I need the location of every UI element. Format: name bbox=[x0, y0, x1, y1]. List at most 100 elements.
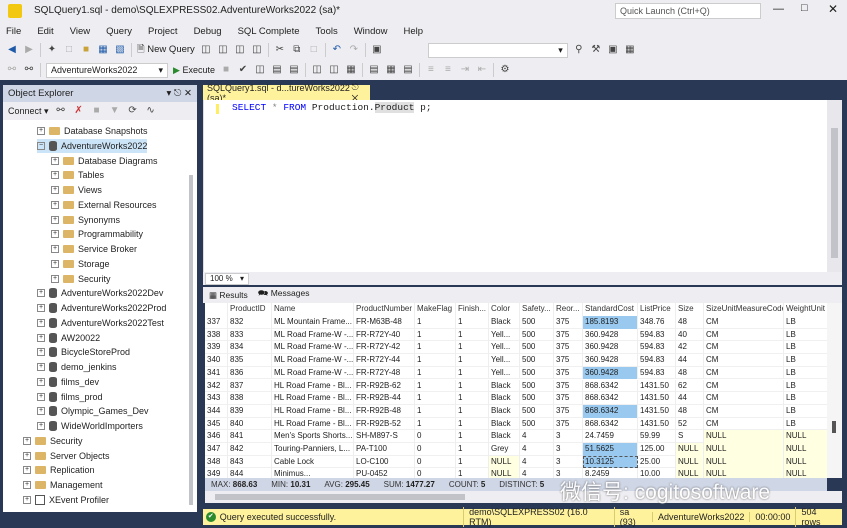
row-number[interactable]: 346 bbox=[205, 430, 228, 443]
table-cell[interactable]: 44 bbox=[676, 392, 704, 405]
menu-query[interactable]: Query bbox=[106, 26, 132, 37]
table-cell[interactable]: 840 bbox=[228, 417, 272, 431]
expand-icon[interactable]: + bbox=[51, 259, 59, 268]
menu-project[interactable]: Project bbox=[148, 26, 178, 37]
expand-icon[interactable]: + bbox=[37, 289, 45, 298]
editor-scrollbar[interactable] bbox=[827, 100, 842, 272]
table-cell[interactable]: LB bbox=[784, 405, 827, 418]
table-cell[interactable]: 375 bbox=[554, 354, 583, 367]
table-cell[interactable]: 40 bbox=[676, 328, 704, 342]
row-number[interactable]: 345 bbox=[205, 417, 228, 431]
table-cell[interactable]: 4 bbox=[520, 443, 554, 456]
table-cell[interactable]: 1 bbox=[415, 392, 456, 405]
tree-item[interactable]: + films_dev bbox=[37, 375, 99, 389]
column-header[interactable] bbox=[205, 303, 228, 316]
open-file-icon[interactable]: ■ bbox=[80, 44, 92, 56]
tree-item[interactable]: + AdventureWorks2022Prod bbox=[37, 301, 166, 315]
results-to-grid-icon[interactable]: ▤ bbox=[288, 64, 300, 76]
table-cell[interactable]: CM bbox=[704, 392, 784, 405]
expand-icon[interactable]: + bbox=[51, 215, 59, 224]
zoom-select[interactable]: 100 % ▾ bbox=[205, 272, 249, 285]
table-cell[interactable]: 1 bbox=[415, 417, 456, 431]
include-plan-icon[interactable]: ◫ bbox=[311, 64, 323, 76]
new-query-button[interactable]: 🗎 New Query bbox=[137, 42, 195, 58]
table-cell[interactable]: 1 bbox=[456, 392, 489, 405]
table-cell[interactable]: LB bbox=[784, 367, 827, 380]
menu-window[interactable]: Window bbox=[354, 26, 388, 37]
row-number[interactable]: 337 bbox=[205, 316, 228, 329]
table-cell[interactable]: FR-R72Y-40 bbox=[354, 328, 415, 342]
table-cell[interactable]: 1 bbox=[456, 417, 489, 431]
table-cell[interactable]: 1 bbox=[415, 341, 456, 355]
column-header[interactable]: Color bbox=[489, 303, 520, 316]
table-cell[interactable]: 4 bbox=[520, 430, 554, 443]
table-cell[interactable]: LB bbox=[784, 392, 827, 405]
table-cell[interactable]: 1 bbox=[415, 328, 456, 342]
table-cell[interactable]: 1 bbox=[456, 430, 489, 443]
tree-item[interactable]: + Olympic_Games_Dev bbox=[37, 404, 149, 418]
tree-scrollbar[interactable] bbox=[189, 175, 193, 505]
specify-values-icon[interactable]: ⚙ bbox=[499, 64, 511, 76]
tree-item[interactable]: + Database Diagrams bbox=[51, 154, 158, 168]
estimated-plan-icon[interactable]: ◫ bbox=[254, 64, 266, 76]
tree-item[interactable]: − AdventureWorks2022 bbox=[37, 138, 148, 153]
dropdown-icon[interactable]: ▾ bbox=[166, 88, 171, 99]
table-cell[interactable]: Touring-Panniers, L... bbox=[272, 443, 354, 456]
query-analysis-icon[interactable]: ◫ bbox=[217, 44, 229, 56]
table-cell[interactable]: 3 bbox=[554, 430, 583, 443]
table-cell[interactable]: 1431.50 bbox=[638, 392, 676, 405]
table-cell[interactable]: LB bbox=[784, 341, 827, 354]
query-designer-icon[interactable]: ▤ bbox=[271, 64, 283, 76]
table-cell[interactable]: 360.9428 bbox=[583, 341, 638, 355]
table-cell[interactable]: 48 bbox=[676, 316, 704, 329]
tree-item[interactable]: + Database Snapshots bbox=[37, 124, 148, 138]
table-cell[interactable]: 594.83 bbox=[638, 341, 676, 355]
table-cell[interactable]: 1 bbox=[456, 379, 489, 393]
table-cell[interactable]: 868.6342 bbox=[583, 379, 638, 393]
column-header[interactable]: ProductID bbox=[228, 303, 272, 316]
table-cell[interactable]: Black bbox=[489, 404, 520, 418]
table-cell[interactable]: 375 bbox=[554, 379, 583, 393]
table-cell[interactable]: 3 bbox=[554, 443, 583, 456]
table-cell[interactable]: FR-R92B-52 bbox=[354, 417, 415, 431]
table-cell[interactable]: NULL bbox=[784, 430, 827, 443]
column-header[interactable]: WeightUnit bbox=[784, 303, 827, 316]
table-cell[interactable]: CM bbox=[704, 366, 784, 380]
table-cell[interactable]: LB bbox=[784, 354, 827, 367]
tree-item[interactable]: + demo_jenkins bbox=[37, 360, 117, 374]
table-cell[interactable]: FR-R92B-62 bbox=[354, 379, 415, 393]
query-dmx-icon[interactable]: ◫ bbox=[251, 44, 263, 56]
tree-item[interactable]: + Server Objects bbox=[23, 449, 110, 463]
row-number[interactable]: 347 bbox=[205, 443, 228, 456]
expand-icon[interactable]: + bbox=[37, 333, 45, 342]
table-cell[interactable]: Grey bbox=[489, 443, 520, 456]
tree-item[interactable]: + Tables bbox=[51, 168, 104, 182]
table-cell[interactable]: 375 bbox=[554, 366, 583, 380]
table-cell[interactable]: 4 bbox=[520, 468, 554, 478]
row-number[interactable]: 340 bbox=[205, 354, 228, 367]
tree-item[interactable]: + AW20022 bbox=[37, 331, 100, 345]
table-cell[interactable]: Cable Lock bbox=[272, 455, 354, 469]
table-cell[interactable]: 375 bbox=[554, 404, 583, 418]
redo-icon[interactable]: ↷ bbox=[348, 44, 360, 56]
table-cell[interactable]: NULL bbox=[489, 468, 520, 478]
find-icon[interactable]: ⚲ bbox=[573, 44, 585, 56]
table-cell[interactable]: 838 bbox=[228, 392, 272, 405]
tab-messages[interactable]: 🗪 Messages bbox=[258, 288, 310, 302]
table-cell[interactable]: 1 bbox=[415, 366, 456, 380]
table-cell[interactable]: Black bbox=[489, 392, 520, 405]
execute-button[interactable]: ▶ Execute bbox=[173, 65, 215, 76]
stop-icon[interactable]: ■ bbox=[91, 105, 103, 117]
expand-icon[interactable]: + bbox=[51, 156, 59, 165]
results-to-text-icon[interactable]: ▤ bbox=[368, 64, 380, 76]
expand-icon[interactable]: + bbox=[37, 392, 45, 401]
table-cell[interactable]: 1 bbox=[456, 366, 489, 380]
cut-icon[interactable]: ✂ bbox=[274, 44, 286, 56]
expand-icon[interactable]: + bbox=[37, 377, 45, 386]
table-cell[interactable]: FR-R92B-48 bbox=[354, 404, 415, 418]
save-icon[interactable]: ▦ bbox=[97, 44, 109, 56]
table-cell[interactable]: 185.8193 bbox=[583, 316, 638, 329]
table-cell[interactable]: CM bbox=[704, 316, 784, 329]
row-number[interactable]: 338 bbox=[205, 328, 228, 342]
table-cell[interactable]: 500 bbox=[520, 354, 554, 367]
